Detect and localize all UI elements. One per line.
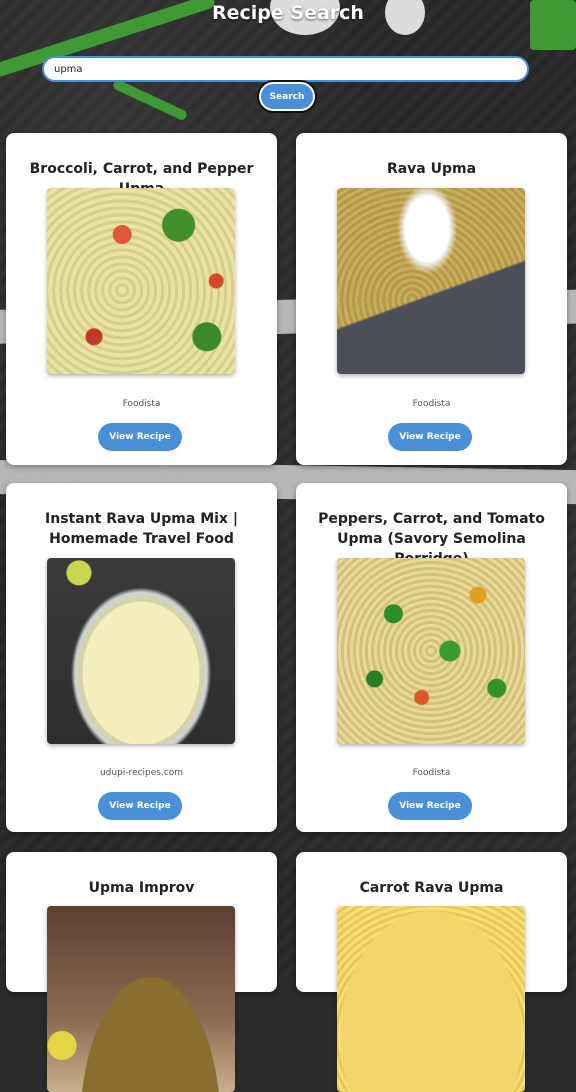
recipe-source: Foodista: [122, 399, 161, 409]
upma-improv-photo: [47, 906, 235, 1092]
view-recipe-button[interactable]: View Recipe: [388, 792, 472, 820]
recipe-card: Instant Rava Upma Mix | Homemade Travel …: [6, 483, 277, 832]
recipe-source: udupi-recipes.com: [99, 768, 184, 778]
page-title: Recipe Search: [212, 2, 364, 24]
recipe-card: Carrot Rava Upma: [296, 852, 567, 1092]
recipe-source: Foodista: [412, 399, 451, 409]
carrot-rava-upma-photo: [337, 906, 525, 1092]
search-button[interactable]: Search: [259, 82, 315, 111]
view-recipe-button[interactable]: View Recipe: [98, 792, 182, 820]
recipe-card: Peppers, Carrot, and Tomato Upma (Savory…: [296, 483, 567, 832]
recipe-title: Instant Rava Upma Mix | Homemade Travel …: [45, 511, 238, 547]
peppers-carrot-tomato-upma-photo: [337, 558, 525, 744]
search-header: Recipe Search Search: [0, 0, 576, 120]
recipe-source: Foodista: [412, 768, 451, 778]
recipe-card: Rava Upma Foodista View Recipe: [296, 133, 567, 465]
recipe-title: Rava Upma: [386, 161, 477, 177]
recipe-title: Carrot Rava Upma: [359, 880, 504, 896]
view-recipe-button[interactable]: View Recipe: [98, 423, 182, 451]
recipe-card: Broccoli, Carrot, and Pepper Upma Foodis…: [6, 133, 277, 465]
rava-upma-photo: [337, 188, 525, 374]
instant-rava-upma-mix-photo: [47, 558, 235, 744]
search-input[interactable]: [42, 56, 529, 82]
recipe-title: Upma Improv: [88, 880, 195, 896]
view-recipe-button[interactable]: View Recipe: [388, 423, 472, 451]
recipe-card: Upma Improv: [6, 852, 277, 1092]
broccoli-carrot-pepper-upma-photo: [47, 188, 235, 374]
